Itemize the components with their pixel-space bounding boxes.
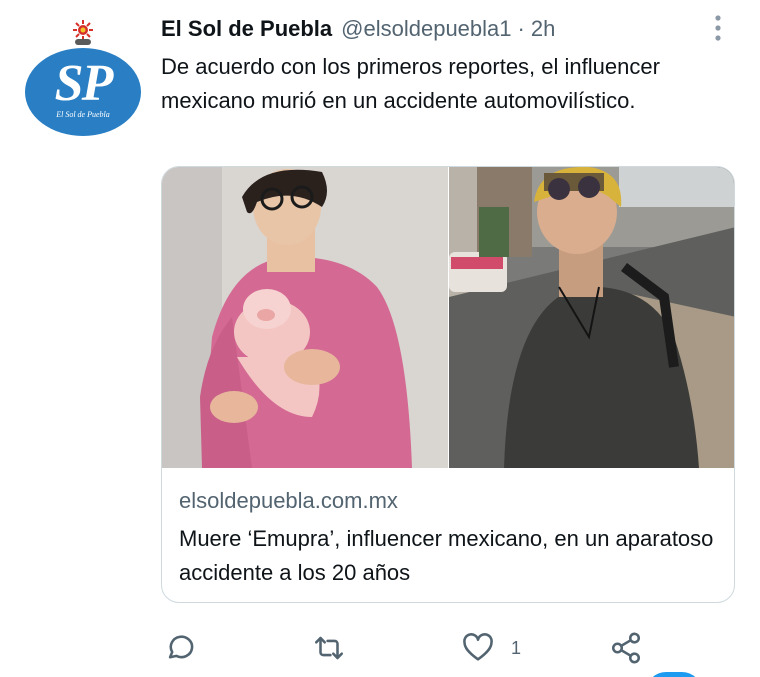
header-separator: · xyxy=(517,16,525,41)
card-domain: elsoldepuebla.com.mx xyxy=(179,488,398,513)
author-handle[interactable]: @elsoldepuebla1 xyxy=(341,16,511,42)
tweet-text: De acuerdo con los primeros reportes, el… xyxy=(161,54,660,113)
compose-button[interactable] xyxy=(646,672,702,677)
retweet-button[interactable] xyxy=(312,628,346,668)
reply-icon xyxy=(168,635,194,659)
tweet-action-bar: 1 xyxy=(0,628,760,668)
reply-button[interactable] xyxy=(163,628,197,668)
card-title: Muere ‘Emupra’, influencer mexicano, en … xyxy=(179,526,714,585)
avatar-logo-badge: SP El Sol de Puebla xyxy=(25,48,141,136)
avatar-emblem-base xyxy=(75,39,91,45)
author-avatar[interactable]: SP El Sol de Puebla xyxy=(25,20,141,136)
photo-young-man-pink-shirt xyxy=(162,167,448,468)
retweet-icon xyxy=(314,636,344,660)
tweet-header: El Sol de Puebla @elsoldepuebla1 · 2h xyxy=(161,14,555,44)
more-options-icon[interactable] xyxy=(708,14,728,42)
share-button[interactable] xyxy=(609,628,643,668)
avatar-logo-text: SP xyxy=(54,55,114,112)
card-image-left xyxy=(162,167,448,468)
like-button[interactable]: 1 xyxy=(461,628,521,668)
author-name[interactable]: El Sol de Puebla xyxy=(161,16,332,42)
sun-emblem-icon xyxy=(73,20,93,40)
card-image-right xyxy=(449,167,734,468)
link-preview-card[interactable]: elsoldepuebla.com.mx Muere ‘Emupra’, inf… xyxy=(161,166,735,603)
avatar-logo-subtitle: El Sol de Puebla xyxy=(56,110,110,119)
like-count: 1 xyxy=(511,637,522,658)
tweet-timestamp[interactable]: 2h xyxy=(531,16,555,42)
share-icon xyxy=(611,632,641,664)
heart-icon xyxy=(463,633,493,661)
photo-young-man-street xyxy=(449,167,734,468)
